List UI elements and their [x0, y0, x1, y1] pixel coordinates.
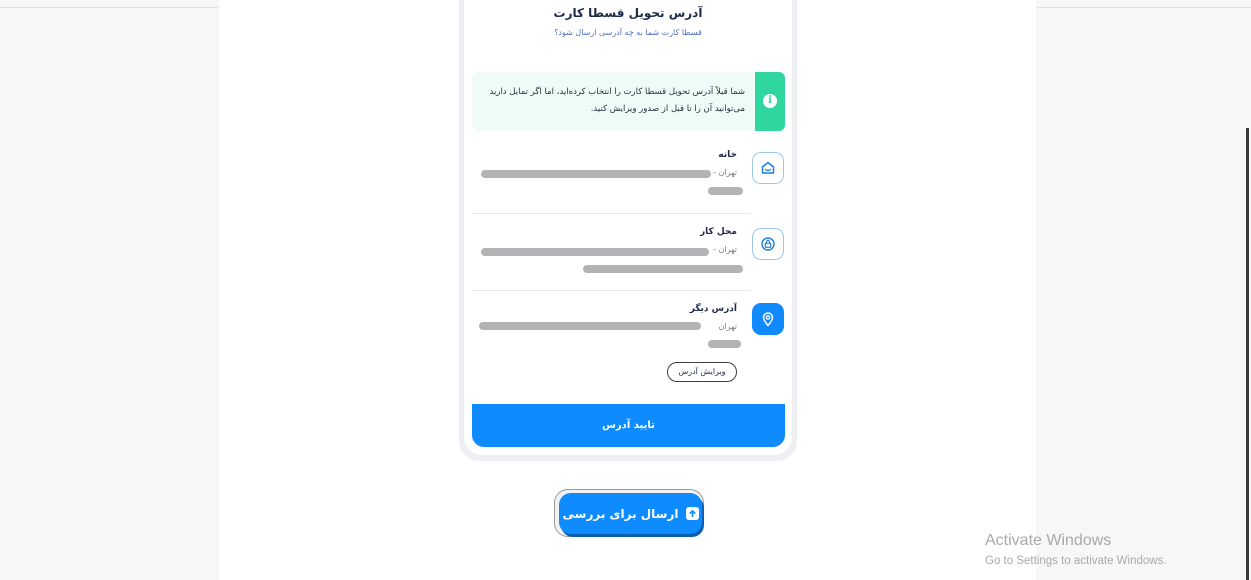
modal-title: آدرس تحویل قسطا کارت	[553, 6, 703, 20]
redacted-address-line	[708, 340, 741, 348]
notice-text: شما قبلاً آدرس تحویل قسطا کارت را انتخاب…	[489, 87, 745, 114]
address-title: محل کار	[699, 227, 737, 237]
divider	[472, 290, 750, 291]
confirm-address-button[interactable]: تایید آدرس	[472, 404, 785, 447]
scrollbar[interactable]	[1246, 128, 1249, 580]
address-option-work[interactable]: محل کار تهران -	[472, 227, 785, 288]
redacted-address-line	[708, 187, 743, 195]
modal-subtitle: قسطا کارت شما به چه آدرسی ارسال شود؟	[554, 28, 702, 37]
redacted-address-line	[583, 265, 743, 273]
home-icon	[752, 152, 784, 184]
redacted-address-line	[479, 322, 701, 330]
send-for-review-label: ارسال برای بررسی	[562, 506, 679, 521]
info-notice: i شما قبلاً آدرس تحویل قسطا کارت را انتخ…	[472, 72, 785, 131]
send-for-review-button[interactable]: ارسال برای بررسی	[559, 493, 702, 534]
address-title: خانه	[718, 150, 737, 160]
upload-icon	[685, 507, 699, 520]
address-city: تهران -	[713, 168, 737, 177]
edit-address-button[interactable]: ویرایش آدرس	[667, 362, 737, 382]
address-city: تهران	[718, 322, 737, 331]
address-title: آدرس دیگر	[689, 304, 737, 314]
address-option-home[interactable]: خانه تهران -	[472, 150, 785, 211]
address-option-other[interactable]: آدرس دیگر تهران	[472, 303, 785, 360]
notice-accent-strip: i	[755, 72, 785, 131]
info-icon: i	[763, 94, 777, 108]
redacted-address-line	[481, 248, 709, 256]
location-pin-icon	[752, 303, 784, 335]
activate-windows-title: Activate Windows	[985, 532, 1112, 549]
divider	[472, 213, 750, 214]
address-city: تهران -	[713, 245, 737, 254]
activate-windows-subtitle: Go to Settings to activate Windows.	[985, 555, 1167, 567]
redacted-address-line	[481, 170, 711, 178]
work-lock-icon	[752, 228, 784, 260]
